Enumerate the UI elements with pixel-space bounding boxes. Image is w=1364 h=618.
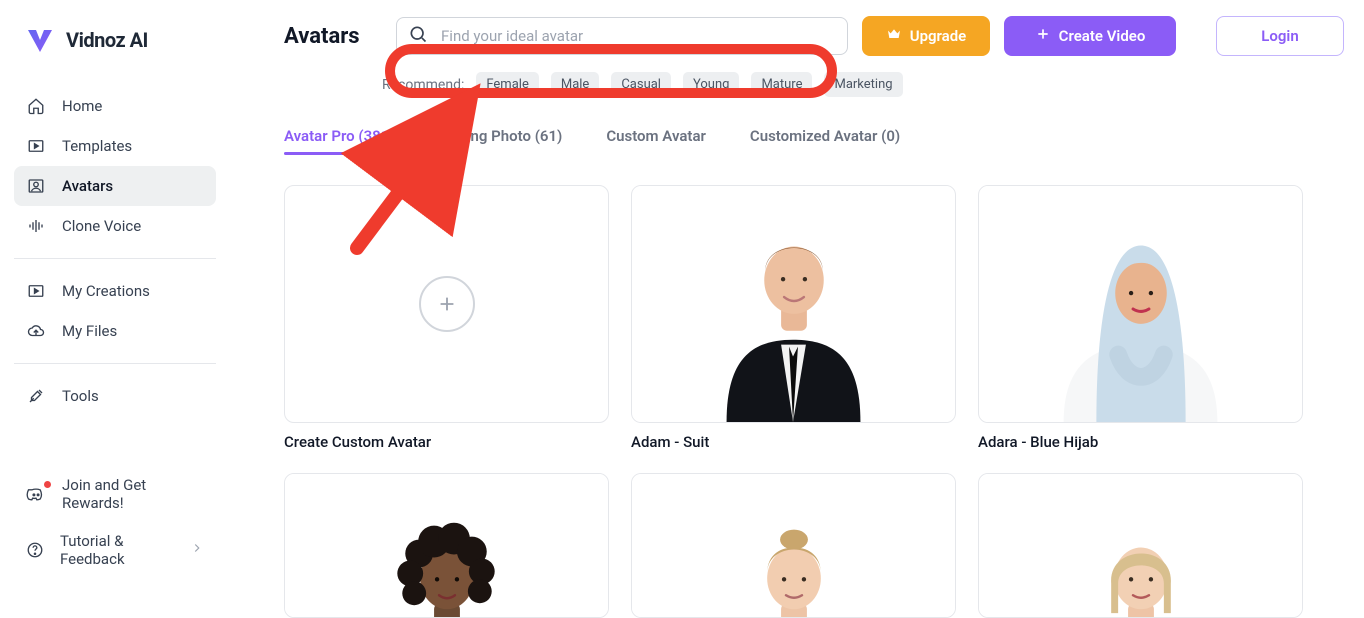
tag-marketing[interactable]: Marketing — [824, 72, 902, 97]
card-adam-suit: Adam - Suit — [631, 185, 956, 451]
sidebar-item-label: Templates — [62, 137, 132, 155]
card-create-custom: Create Custom Avatar — [284, 185, 609, 451]
avatar-image — [632, 186, 955, 422]
sidebar-item-label: My Files — [62, 322, 117, 340]
sidebar-item-label: Home — [62, 97, 102, 115]
tab-avatar-pro[interactable]: Avatar Pro (381) — [284, 127, 395, 155]
logo-text: Vidnoz AI — [66, 28, 148, 52]
recommend-row: Recommend: Female Male Casual Young Matu… — [382, 72, 1330, 97]
divider — [14, 258, 216, 259]
plus-circle-icon — [419, 276, 475, 332]
logo-icon — [24, 24, 56, 56]
tab-custom-avatar[interactable]: Custom Avatar — [606, 127, 706, 155]
play-icon — [26, 281, 46, 301]
tag-male[interactable]: Male — [551, 72, 599, 97]
button-label: Login — [1261, 27, 1298, 45]
search — [396, 17, 848, 55]
chevron-right-icon — [190, 541, 204, 559]
avatar-image — [979, 186, 1302, 422]
tabs: Avatar Pro (381) Talking Photo (61) Cust… — [284, 127, 1330, 155]
main: Avatars Upgrade Create Video Login Recom… — [230, 0, 1364, 596]
avatars-icon — [26, 176, 46, 196]
search-icon — [408, 24, 428, 48]
nav-group-tools: Tools — [14, 370, 216, 422]
sidebar-item-label: Avatars — [62, 177, 113, 195]
tag-casual[interactable]: Casual — [611, 72, 671, 97]
avatar-grid: Create Custom Avatar — [284, 185, 1330, 618]
tag-young[interactable]: Young — [683, 72, 739, 97]
cloud-upload-icon — [26, 321, 46, 341]
tools-icon — [26, 386, 46, 406]
sidebar: Vidnoz AI Home Templates Avatars Clone V… — [0, 0, 230, 596]
nav-group-my: My Creations My Files — [14, 265, 216, 357]
sidebar-item-label: Tools — [62, 387, 99, 405]
avatar-tile[interactable] — [978, 473, 1303, 618]
login-button[interactable]: Login — [1216, 16, 1344, 56]
tab-customized-avatar[interactable]: Customized Avatar (0) — [750, 127, 900, 155]
sidebar-item-label: Tutorial & Feedback — [60, 532, 174, 568]
page-title: Avatars — [284, 24, 358, 49]
voice-icon — [26, 216, 46, 236]
tab-talking-photo[interactable]: Talking Photo (61) — [439, 127, 563, 155]
search-input[interactable] — [396, 17, 848, 55]
card-label: Adara - Blue Hijab — [978, 433, 1303, 451]
templates-icon — [26, 136, 46, 156]
header-row: Avatars Upgrade Create Video Login — [284, 16, 1330, 56]
sidebar-item-avatars[interactable]: Avatars — [14, 166, 216, 206]
plus-icon — [1035, 26, 1051, 46]
avatar-tile[interactable] — [631, 185, 956, 423]
sidebar-footer: Join and Get Rewards! Tutorial & Feedbac… — [14, 466, 216, 578]
avatar-tile[interactable] — [978, 185, 1303, 423]
button-label: Upgrade — [910, 27, 967, 45]
tag-female[interactable]: Female — [476, 72, 538, 97]
sidebar-item-rewards[interactable]: Join and Get Rewards! — [14, 466, 216, 522]
avatar-tile[interactable] — [284, 473, 609, 618]
upgrade-button[interactable]: Upgrade — [862, 16, 990, 56]
card-avatar-6 — [978, 473, 1303, 618]
recommend-label: Recommend: — [382, 77, 464, 93]
sidebar-item-tools[interactable]: Tools — [14, 376, 216, 416]
sidebar-item-clone-voice[interactable]: Clone Voice — [14, 206, 216, 246]
card-avatar-4 — [284, 473, 609, 618]
card-avatar-5 — [631, 473, 956, 618]
sidebar-item-label: Clone Voice — [62, 217, 141, 235]
logo[interactable]: Vidnoz AI — [14, 18, 216, 80]
nav-group-main: Home Templates Avatars Clone Voice — [14, 80, 216, 252]
sidebar-item-my-files[interactable]: My Files — [14, 311, 216, 351]
tag-mature[interactable]: Mature — [751, 72, 812, 97]
crown-icon — [886, 26, 902, 46]
card-label: Adam - Suit — [631, 433, 956, 451]
avatar-tile[interactable] — [631, 473, 956, 618]
sidebar-item-my-creations[interactable]: My Creations — [14, 271, 216, 311]
create-custom-avatar-tile[interactable] — [284, 185, 609, 423]
divider — [14, 363, 216, 364]
create-video-button[interactable]: Create Video — [1004, 16, 1176, 56]
sidebar-item-label: My Creations — [62, 282, 150, 300]
card-label: Create Custom Avatar — [284, 433, 609, 451]
sidebar-item-templates[interactable]: Templates — [14, 126, 216, 166]
sidebar-item-home[interactable]: Home — [14, 86, 216, 126]
home-icon — [26, 96, 46, 116]
sidebar-item-tutorial[interactable]: Tutorial & Feedback — [14, 522, 216, 578]
card-adara-hijab: Adara - Blue Hijab — [978, 185, 1303, 451]
sidebar-item-label: Join and Get Rewards! — [62, 476, 204, 512]
discord-icon — [26, 484, 46, 504]
help-icon — [26, 540, 44, 560]
button-label: Create Video — [1059, 27, 1146, 45]
